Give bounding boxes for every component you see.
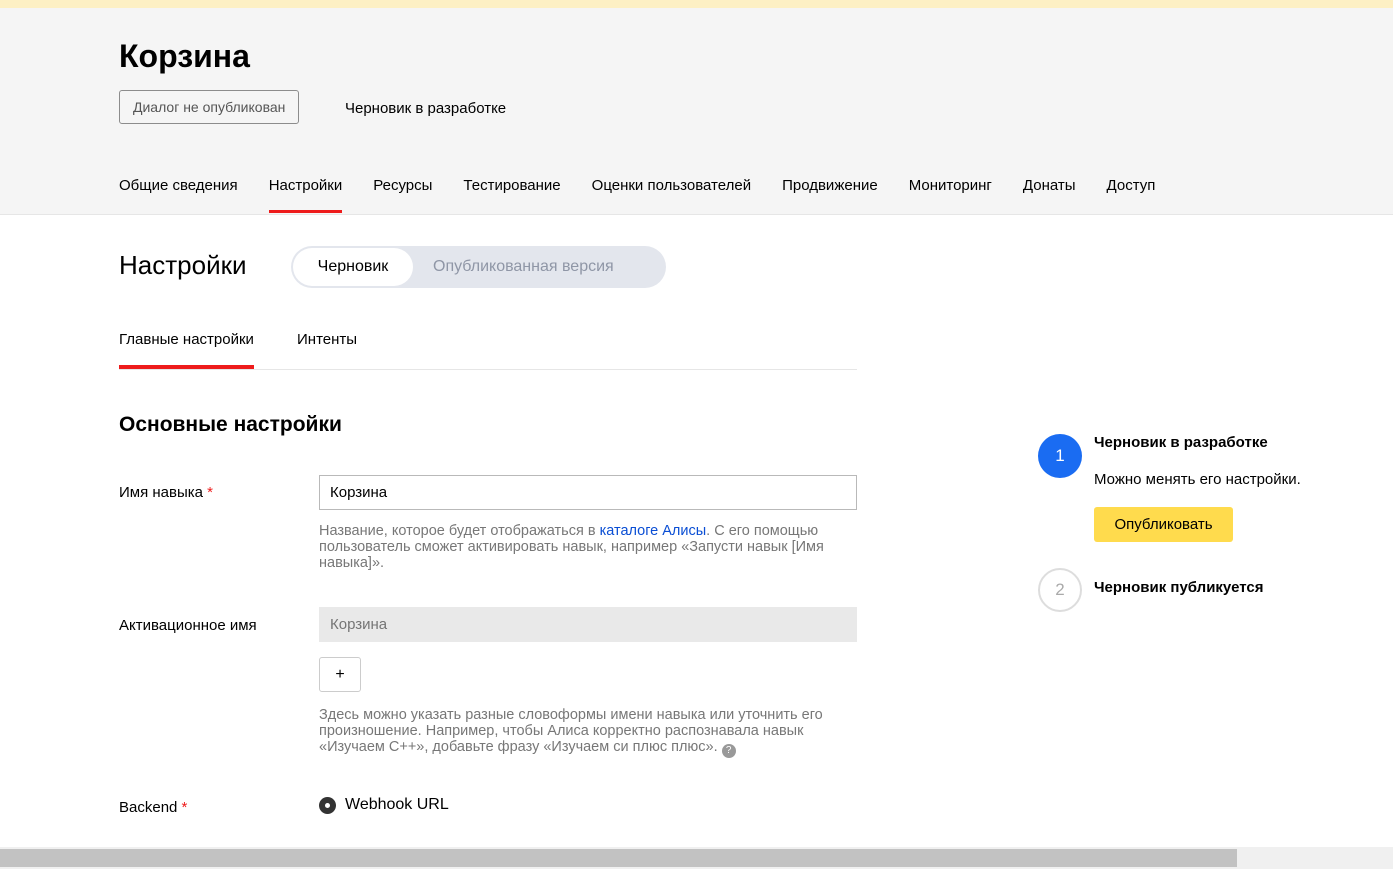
- help-icon[interactable]: ?: [721, 744, 736, 758]
- tab-general[interactable]: Общие сведения: [119, 176, 238, 213]
- tab-settings[interactable]: Настройки: [268, 176, 342, 213]
- skill-name-hint: Название, которое будет отображаться в к…: [319, 523, 859, 571]
- publish-button[interactable]: Опубликовать: [1094, 507, 1233, 542]
- required-mark: *: [181, 799, 188, 816]
- activation-name-label: Активационное имя: [119, 617, 257, 634]
- settings-title: Настройки: [119, 250, 247, 280]
- step-1-circle: 1: [1038, 434, 1082, 478]
- activation-name-hint: Здесь можно указать разные словоформы им…: [319, 707, 859, 758]
- alice-catalog-link[interactable]: каталоге Алисы: [600, 523, 707, 539]
- backend-label: Backend *: [119, 799, 187, 816]
- section-title: Основные настройки: [119, 413, 342, 436]
- subtab-intents[interactable]: Интенты: [297, 331, 357, 368]
- status-badge: Диалог не опубликован: [119, 90, 300, 124]
- step-1-title: Черновик в разработке: [1094, 434, 1268, 451]
- skill-name-hint-before: Название, которое будет отображаться в: [319, 523, 600, 539]
- scrollbar-thumb[interactable]: [0, 849, 1237, 867]
- version-toggle: Черновик Опубликованная версия: [291, 246, 666, 288]
- add-activation-name-button[interactable]: +: [319, 657, 361, 692]
- tab-resources[interactable]: Ресурсы: [373, 176, 432, 213]
- radio-selected-icon: [319, 796, 336, 814]
- step-2-circle: 2: [1038, 568, 1082, 612]
- backend-label-text: Backend: [119, 799, 178, 816]
- required-mark: *: [207, 484, 214, 501]
- backend-webhook-radio[interactable]: Webhook URL: [319, 796, 449, 814]
- step-1-description: Можно менять его настройки.: [1094, 471, 1301, 488]
- activation-name-hint-text: Здесь можно указать разные словоформы им…: [319, 707, 823, 755]
- header: Корзина Диалог не опубликован Черновик в…: [0, 8, 1393, 215]
- status-text: Черновик в разработке: [345, 100, 507, 117]
- tab-promotion[interactable]: Продвижение: [782, 176, 878, 213]
- activation-name-input[interactable]: [319, 607, 857, 642]
- toggle-published[interactable]: Опубликованная версия: [433, 246, 614, 288]
- skill-name-label: Имя навыка *: [119, 484, 213, 501]
- tab-testing[interactable]: Тестирование: [463, 176, 560, 213]
- backend-webhook-label: Webhook URL: [345, 796, 449, 813]
- step-2-title: Черновик публикуется: [1094, 579, 1264, 596]
- settings-subtabs: Главные настройки Интенты: [119, 331, 857, 370]
- main-tabs: Общие сведения Настройки Ресурсы Тестиро…: [119, 176, 1155, 213]
- tab-user-ratings[interactable]: Оценки пользователей: [592, 176, 751, 213]
- toggle-draft[interactable]: Черновик: [293, 248, 413, 286]
- skill-name-input[interactable]: [319, 475, 857, 510]
- horizontal-scrollbar[interactable]: [0, 847, 1393, 869]
- subtab-main-settings[interactable]: Главные настройки: [119, 331, 254, 369]
- skill-name-label-text: Имя навыка: [119, 484, 203, 501]
- tab-donations[interactable]: Донаты: [1023, 176, 1076, 213]
- tab-access[interactable]: Доступ: [1107, 176, 1156, 213]
- top-strip: [0, 0, 1393, 8]
- page-title: Корзина: [119, 38, 250, 74]
- tab-monitoring[interactable]: Мониторинг: [909, 176, 992, 213]
